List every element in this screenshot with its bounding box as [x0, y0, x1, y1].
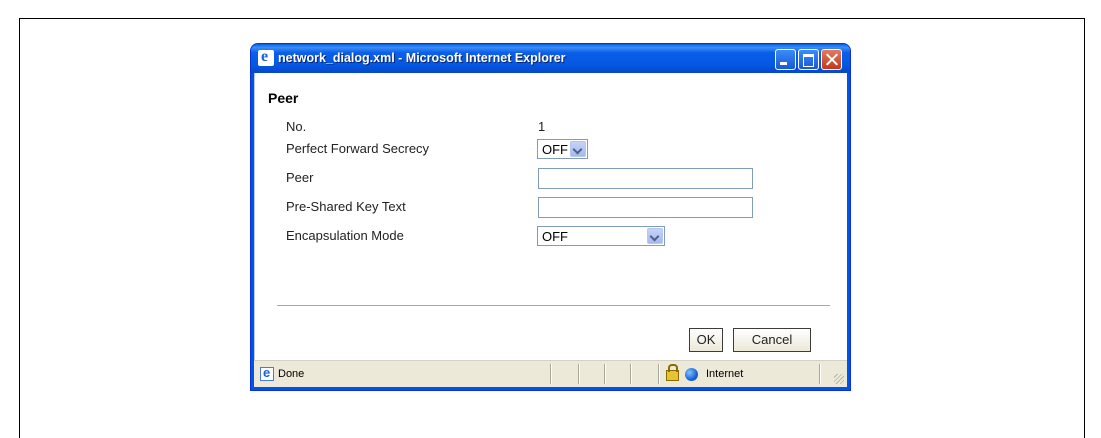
dropdown-arrow-icon[interactable]	[570, 141, 586, 157]
ie-icon	[258, 48, 274, 66]
cancel-button[interactable]: Cancel	[733, 328, 811, 352]
status-separator	[578, 364, 580, 384]
status-separator	[630, 364, 632, 384]
ie-window: network_dialog.xml - Microsoft Internet …	[250, 43, 851, 391]
maximize-icon[interactable]	[798, 49, 819, 70]
no-label: No.	[286, 119, 307, 134]
section-title: Peer	[268, 90, 299, 106]
status-separator	[658, 364, 660, 384]
status-bar: Done Internet	[254, 360, 847, 387]
psk-input[interactable]	[538, 197, 753, 218]
globe-icon	[685, 368, 698, 381]
encap-selected-value: OFF	[542, 229, 568, 244]
status-separator	[550, 364, 552, 384]
dialog-content: Peer No. 1 Perfect Forward Secrecy OFF P…	[254, 73, 847, 360]
status-text: Done	[278, 368, 305, 380]
psk-label: Pre-Shared Key Text	[286, 199, 406, 214]
encap-select[interactable]: OFF	[537, 226, 665, 246]
status-separator	[604, 364, 606, 384]
zone-text: Internet	[706, 368, 744, 380]
dropdown-arrow-icon[interactable]	[647, 228, 663, 244]
peer-input[interactable]	[538, 168, 753, 189]
page-done-icon	[260, 365, 274, 381]
pfs-select[interactable]: OFF	[537, 139, 588, 159]
no-value: 1	[538, 119, 546, 134]
title-bar[interactable]: network_dialog.xml - Microsoft Internet …	[251, 44, 850, 73]
pfs-label: Perfect Forward Secrecy	[286, 141, 430, 156]
lock-icon	[666, 364, 679, 381]
resize-grip-icon[interactable]	[834, 374, 844, 384]
peer-label: Peer	[286, 170, 314, 185]
minimize-icon[interactable]	[775, 49, 796, 70]
encap-label: Encapsulation Mode	[286, 228, 404, 243]
status-separator	[819, 364, 821, 384]
divider	[277, 305, 830, 307]
close-icon[interactable]	[821, 49, 842, 70]
ok-button[interactable]: OK	[689, 328, 723, 352]
pfs-selected-value: OFF	[542, 142, 568, 157]
window-title: network_dialog.xml - Microsoft Internet …	[278, 51, 566, 65]
